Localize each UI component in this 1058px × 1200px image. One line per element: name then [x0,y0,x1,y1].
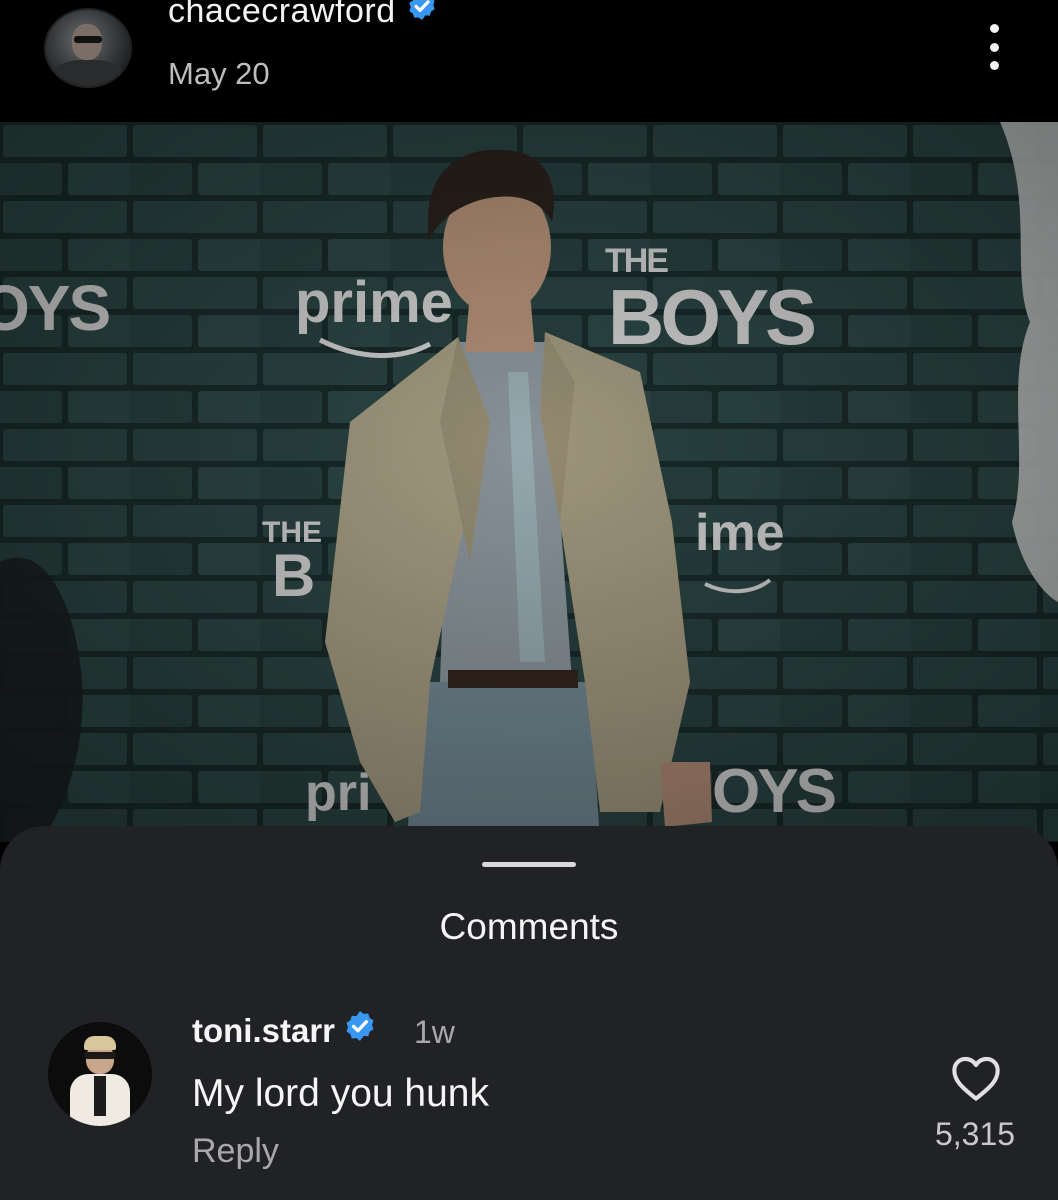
post-photo-image: prime ime pri OYS BOYS THE OYS THE B [0,122,1058,842]
like-comment-button[interactable] [950,1054,1002,1102]
post-header: chacecrawford May 20 [0,0,1058,122]
comments-sheet: Comments toni.starr 1w My lord you hunk … [0,826,1058,1200]
post-photo[interactable]: prime ime pri OYS BOYS THE OYS THE B [0,122,1058,842]
post-author-avatar[interactable] [44,8,132,88]
post-date: May 20 [168,56,270,91]
verified-badge-icon [343,1009,377,1051]
comment-text: My lord you hunk [192,1072,489,1115]
comment-username-row[interactable]: toni.starr [192,1009,377,1051]
avatar-shoulder [52,60,124,86]
commenter-avatar[interactable] [48,1022,152,1126]
post-author-username-row[interactable]: chacecrawford [168,0,438,31]
more-options-button[interactable] [978,22,1010,72]
reply-button[interactable]: Reply [192,1132,279,1171]
heart-outline-icon [952,1056,1000,1101]
more-dot [989,42,999,52]
post-author-username[interactable]: chacecrawford [168,0,396,30]
comments-sheet-title: Comments [439,906,619,947]
avatar-sunglasses [74,36,102,43]
avatar-hair [84,1036,116,1050]
sheet-drag-handle[interactable] [482,862,576,867]
avatar-glasses [84,1052,116,1059]
more-dot [989,24,999,33]
avatar-shirt [94,1076,106,1116]
instagram-post-screen: chacecrawford May 20 Comments toni.starr… [0,0,1058,1200]
more-dot [989,61,999,70]
verified-badge-icon [406,0,438,31]
comment-like-count: 5,315 [934,1116,1016,1152]
comment-username[interactable]: toni.starr [192,1012,335,1049]
comment-timestamp: 1w [414,1014,455,1050]
